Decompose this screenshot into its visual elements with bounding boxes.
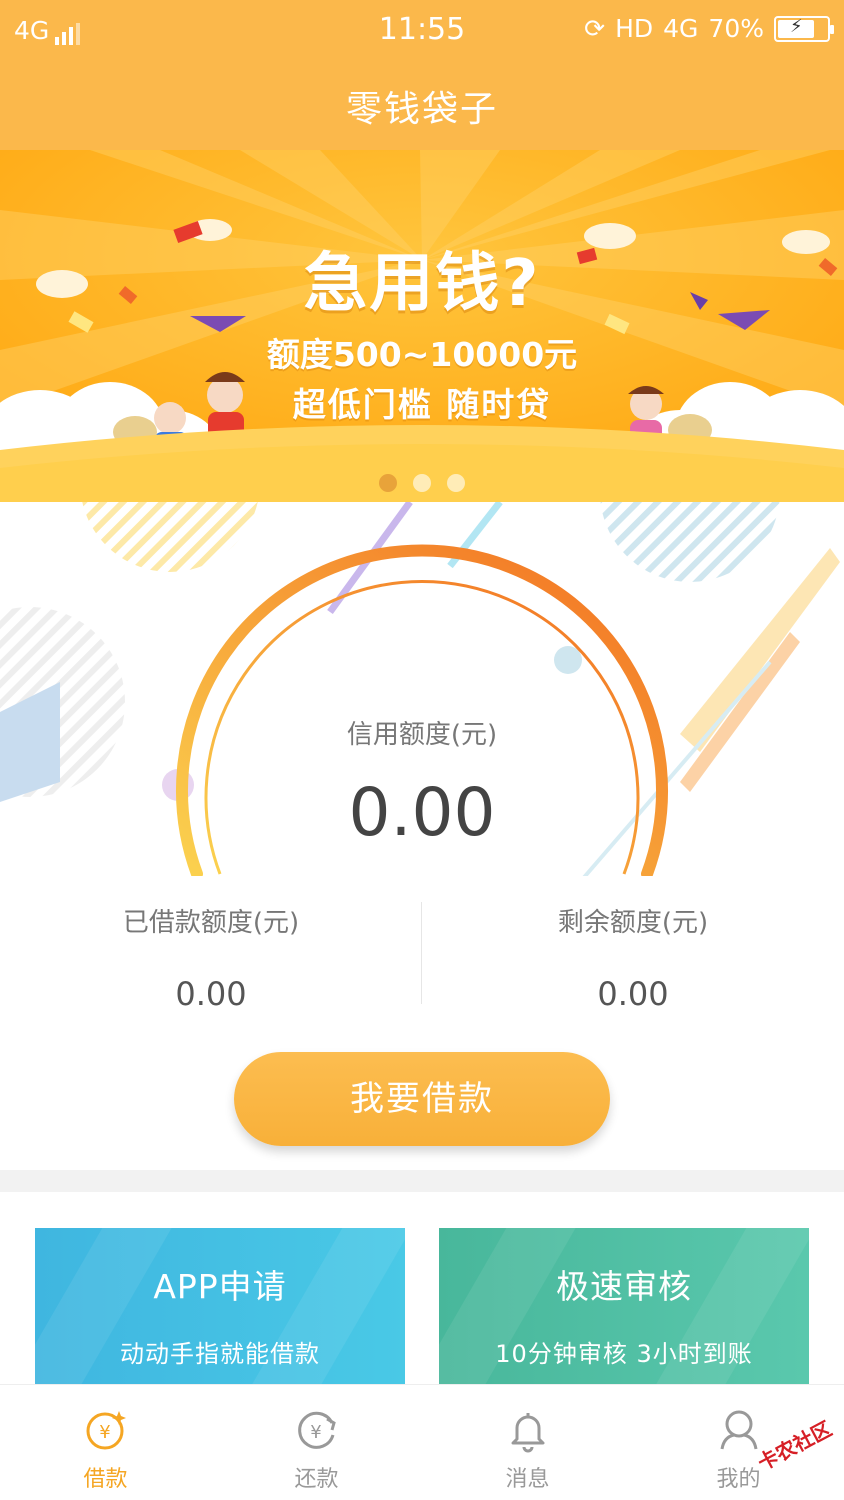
- banner-background: [0, 150, 844, 502]
- remaining-stat: 剩余额度(元) 0.00: [422, 902, 844, 1013]
- status-bar: 4G 11:55 ⟳ HD 4G 70% ⚡: [0, 0, 844, 60]
- borrowed-label: 已借款额度(元): [122, 908, 300, 938]
- borrowed-stat: 已借款额度(元) 0.00: [0, 902, 422, 1013]
- bell-icon: [511, 1413, 545, 1453]
- remaining-value: 0.00: [597, 975, 669, 1013]
- fast-review-card[interactable]: 极速审核 10分钟审核 3小时到账: [439, 1228, 809, 1384]
- carousel-dot[interactable]: [413, 474, 431, 492]
- promo-banner[interactable]: 急用钱? 额度500~10000元 超低门槛 随时贷: [0, 150, 844, 502]
- svg-text:¥: ¥: [310, 1422, 321, 1443]
- app-apply-card[interactable]: APP申请 动动手指就能借款: [35, 1228, 405, 1384]
- battery-icon: ⚡: [774, 15, 834, 42]
- card-subtitle: 动动手指就能借款: [120, 1340, 320, 1368]
- remaining-label: 剩余额度(元): [557, 908, 709, 938]
- bottom-tab-bar: ¥ 借款 ¥ 还款 消息 我的: [0, 1384, 844, 1500]
- tab-repay[interactable]: ¥ 还款: [211, 1385, 422, 1500]
- carousel-dots[interactable]: [0, 474, 844, 492]
- tab-label: 借款: [83, 1467, 128, 1492]
- card-title: 极速审核: [556, 1267, 692, 1306]
- credit-panel: 信用额度(元) 0.00 已借款额度(元) 0.00 剩余额度(元) 0.00 …: [0, 502, 844, 1170]
- borrow-button[interactable]: 我要借款: [234, 1052, 610, 1146]
- rotation-lock-icon: ⟳: [584, 14, 606, 43]
- top-bar: 4G 11:55 ⟳ HD 4G 70% ⚡ 零钱袋子: [0, 0, 844, 150]
- watermark-logo: 卡农社区: [742, 1404, 838, 1484]
- banner-amount-text: 额度500~10000元: [266, 335, 578, 374]
- network-right-label: 4G: [663, 14, 699, 43]
- yen-refresh-icon: ¥: [298, 1411, 336, 1449]
- tab-borrow[interactable]: ¥ 借款: [0, 1385, 211, 1500]
- carousel-dot[interactable]: [447, 474, 465, 492]
- banner-slogan-text: 超低门槛 随时贷: [292, 385, 552, 424]
- watermark-text: 卡农社区: [753, 1416, 836, 1476]
- page-title: 零钱袋子: [345, 89, 498, 130]
- hd-label: HD: [615, 14, 654, 43]
- banner-title: 急用钱?: [303, 247, 541, 321]
- tab-label: 消息: [505, 1467, 550, 1492]
- borrowed-value: 0.00: [175, 975, 247, 1013]
- section-divider: [0, 1170, 844, 1192]
- tab-label: 还款: [294, 1467, 339, 1492]
- battery-percent: 70%: [708, 14, 764, 43]
- card-title: APP申请: [153, 1267, 287, 1306]
- card-subtitle: 10分钟审核 3小时到账: [495, 1340, 753, 1368]
- svg-text:¥: ¥: [99, 1422, 110, 1443]
- yen-coin-icon: ¥: [86, 1411, 126, 1450]
- credit-limit-value: 0.00: [348, 774, 496, 851]
- carousel-dot[interactable]: [379, 474, 397, 492]
- tab-messages[interactable]: 消息: [422, 1385, 633, 1500]
- credit-limit-label: 信用额度(元): [346, 720, 498, 750]
